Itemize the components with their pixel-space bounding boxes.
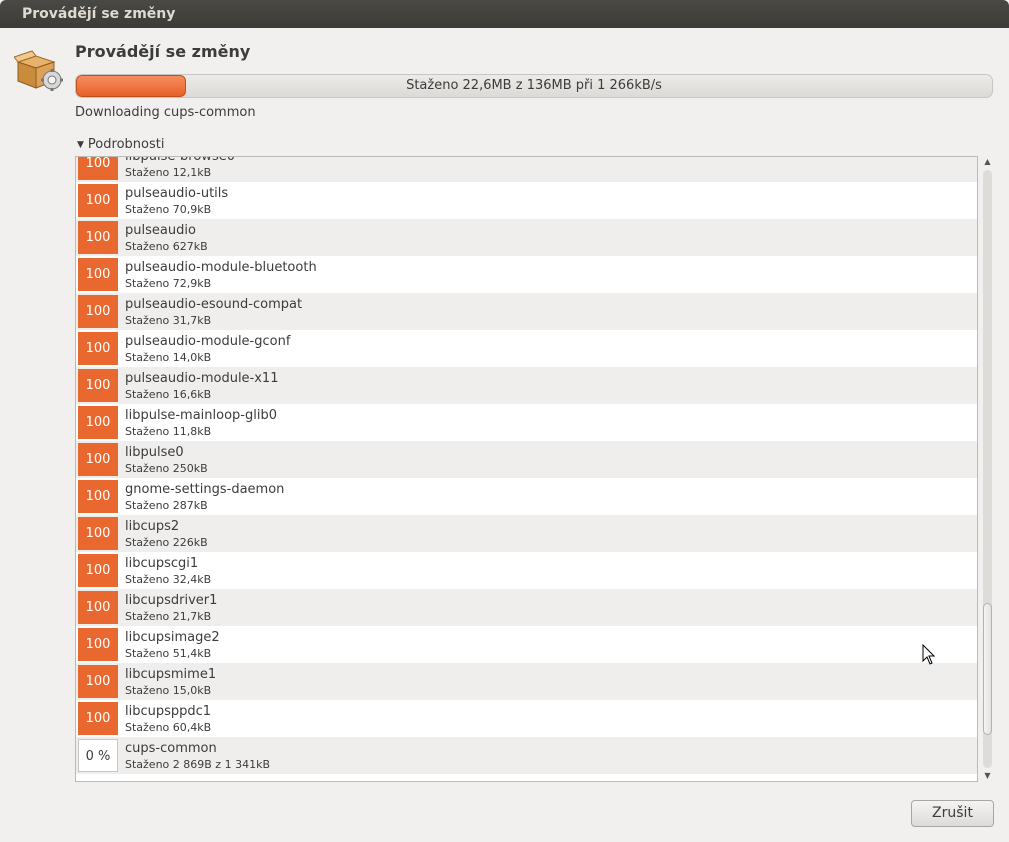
list-item[interactable]: 100 % pulseaudio-utils Staženo 70,9kB [76,182,977,241]
package-name: libpulse0 [125,445,184,460]
list-item[interactable]: 100 % gnome-settings-daemon Staženo 287kB [76,478,977,537]
package-name: pulseaudio-module-bluetooth [125,260,317,275]
package-progress: 100 % [78,702,118,759]
package-size: Staženo 287kB [125,499,208,512]
package-install-icon [13,48,64,92]
list-item[interactable]: 100 % libpulse-mainloop-glib0 Staženo 11,8… [76,404,977,463]
package-progress: 100 % [78,295,118,352]
package-name: pulseaudio-esound-compat [125,297,303,312]
package-size: Staženo 32,4kB [125,573,212,586]
package-name: libcupsmime1 [125,667,217,682]
list-item[interactable]: 100 % pulseaudio Staženo 627kB [76,219,977,278]
package-progress: 100 % [78,480,118,537]
package-name: libcupsppdc1 [125,704,212,719]
list-item[interactable]: 100 % pulseaudio-module-bluetooth Staženo … [76,256,977,315]
window-title: Provádějí se změny [22,6,176,22]
scroll-up-icon[interactable]: ▲ [981,156,994,168]
package-name: libcupsdriver1 [125,593,218,608]
scroll-down-icon[interactable]: ▼ [981,770,994,782]
package-size: Staženo 11,8kB [125,425,212,438]
package-progress: 100 % [78,628,118,685]
package-size: Staženo 15,0kB [125,684,212,697]
package-name: libcupscgi1 [125,556,199,571]
package-size: Staženo 72,9kB [125,277,212,290]
list-item[interactable]: 100 % libcupsimage2 Staženo 51,4kB [76,626,977,685]
progress-text: Staženo 22,6MB z 136MB při 1 266kB/s [406,78,662,93]
package-size: Staženo 2 869B z 1 341kB [125,758,270,771]
package-name: pulseaudio-module-gconf [125,334,291,349]
package-size: Staženo 21,7kB [125,610,212,623]
package-progress: 100 % [78,221,118,278]
package-progress: 100 % [78,258,118,315]
package-progress: 100 % [78,591,118,648]
list-item[interactable]: 0 % cups-common Staženo 2 869B z 1 341kB [76,737,977,774]
status-text: Downloading cups-common [75,105,256,120]
package-rows: 100 %libpulse-browse0Staženo 12,1kB100 %… [76,156,977,774]
window-titlebar[interactable]: Provádějí se změny [0,0,1009,28]
scrollbar-track[interactable] [983,170,992,768]
package-progress: 100 % [78,332,118,389]
list-item[interactable]: 100 % libcups2 Staženo 226kB [76,515,977,574]
list-item[interactable]: 100 % libcupsppdc1 Staženo 60,4kB [76,700,977,759]
package-name: libcups2 [125,519,180,534]
package-name: cups-common [125,741,217,756]
package-progress: 0 % [78,739,118,772]
page-title: Provádějí se změny [75,42,251,61]
package-size: Staženo 12,1kB [125,166,212,179]
list-item[interactable]: 100 % libcupsdriver1 Staženo 21,7kB [76,589,977,648]
triangle-down-icon: ▼ [77,140,84,150]
package-progress: 100 % [78,665,118,722]
cancel-button[interactable]: Zrušit [911,800,994,827]
package-size: Staženo 51,4kB [125,647,212,660]
details-label: Podrobnosti [87,137,165,152]
package-size: Staženo 627kB [125,240,208,253]
list-scrollbar[interactable]: ▲ ▼ [981,156,994,782]
list-item[interactable]: 100 % libcupsmime1 Staženo 15,0kB [76,663,977,722]
package-name: libcupsimage2 [125,630,220,645]
package-name: gnome-settings-daemon [125,482,285,497]
package-progress: 100 % [78,406,118,463]
package-name: pulseaudio-utils [125,186,229,201]
package-size: Staženo 250kB [125,462,208,475]
list-item[interactable]: 100 % libpulse-browse0 Staženo 12,1kB [76,156,977,204]
package-progress: 100 % [78,369,118,426]
package-name: libpulse-browse0 [125,156,235,164]
list-item[interactable]: 100 % libcupscgi1 Staženo 32,4kB [76,552,977,611]
package-size: Staženo 14,0kB [125,351,212,364]
package-size: Staženo 226kB [125,536,208,549]
package-name: pulseaudio [125,223,196,238]
mouse-pointer-icon [922,643,936,666]
details-expander[interactable]: ▼ Podrobnosti [77,137,164,152]
scrollbar-thumb[interactable] [983,603,992,735]
package-progress: 100 % [78,443,118,500]
download-progress-bar: Staženo 22,6MB z 136MB při 1 266kB/s [75,74,993,98]
package-size: Staženo 31,7kB [125,314,212,327]
package-progress: 100 % [78,517,118,574]
package-name: libpulse-mainloop-glib0 [125,408,277,423]
package-progress: 100 % [78,184,118,241]
list-item[interactable]: 100 % libpulse0 Staženo 250kB [76,441,977,500]
package-progress: 100 % [78,554,118,611]
package-name: pulseaudio-module-x11 [125,371,279,386]
package-progress: 100 % [78,157,118,204]
list-item[interactable]: 100 % pulseaudio-module-x11 Staženo 16,6kB [76,367,977,426]
list-item[interactable]: 100 % pulseaudio-module-gconf Staženo 14,0… [76,330,977,389]
package-size: Staženo 70,9kB [125,203,212,216]
package-list[interactable]: 100 %libpulse-browse0Staženo 12,1kB100 %… [75,156,978,782]
list-item[interactable]: 100 % pulseaudio-esound-compat Staženo 31,… [76,293,977,352]
package-size: Staženo 16,6kB [125,388,212,401]
package-size: Staženo 60,4kB [125,721,212,734]
